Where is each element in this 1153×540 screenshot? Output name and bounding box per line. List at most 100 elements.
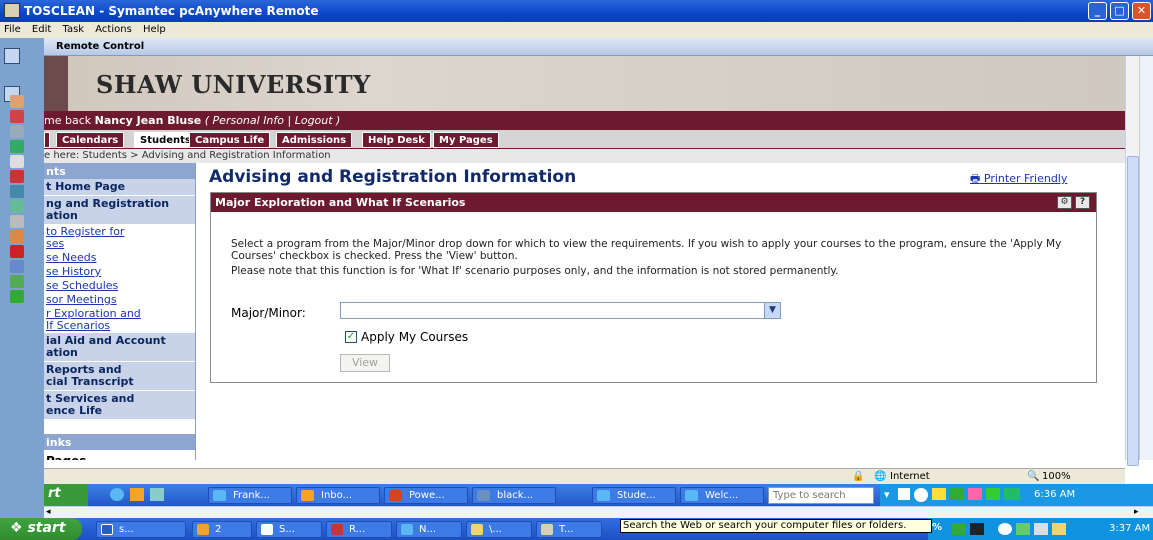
customize-icon[interactable]: ⚙ — [1057, 196, 1072, 209]
vertical-scrollbar[interactable] — [1125, 56, 1153, 466]
major-minor-select[interactable]: ▼ — [340, 302, 781, 319]
scroll-thumb[interactable] — [1127, 156, 1139, 466]
local-task-r[interactable]: R... — [326, 521, 392, 538]
window-title-bar[interactable]: TOSCLEAN - Symantec pcAnywhere Remote _ … — [0, 0, 1153, 22]
tool-view-icon[interactable] — [10, 185, 24, 198]
tray-app-icon[interactable] — [1052, 523, 1066, 535]
apply-my-courses-checkbox[interactable]: ✓ — [345, 331, 357, 343]
ie-quicklaunch-icon[interactable] — [110, 488, 124, 501]
scroll-right-icon[interactable]: ▸ — [1134, 507, 1139, 517]
menu-help[interactable]: Help — [139, 22, 170, 35]
tray-desktop-icon[interactable] — [898, 488, 910, 500]
tool-settings-icon[interactable] — [10, 260, 24, 273]
task-students[interactable]: Stude... — [592, 487, 676, 504]
tool-group-icon[interactable] — [10, 290, 24, 303]
horizontal-scrollbar[interactable]: ◂ ▸ — [44, 506, 1153, 518]
tool-record-icon[interactable] — [10, 245, 24, 258]
chevron-down-icon[interactable]: ▼ — [764, 303, 780, 318]
tab-my-pages[interactable]: My Pages — [433, 132, 499, 148]
remote-start-button[interactable]: rt — [44, 484, 88, 506]
local-task-group-2[interactable]: 2 — [192, 521, 252, 538]
taskbar-search-input[interactable]: Type to search — [768, 487, 874, 504]
local-task-n[interactable]: N... — [396, 521, 462, 538]
personal-info-logout-links[interactable]: ( Personal Info | Logout ) — [205, 114, 341, 127]
word-icon — [101, 524, 113, 535]
sidebar-links-header: inks — [44, 434, 195, 450]
sidebar-item-student-services[interactable]: t Services and ence Life — [44, 391, 195, 420]
start-button[interactable]: ❖ start — [0, 518, 82, 540]
sidebar: nts t Home Page ng and Registration atio… — [44, 163, 196, 460]
tray-mail-icon[interactable] — [932, 488, 946, 500]
task-inbox[interactable]: Inbo... — [296, 487, 380, 504]
sidebar-pages[interactable]: Pages — [44, 450, 195, 460]
university-name: SHAW UNIVERSITY — [96, 70, 371, 99]
local-task-s[interactable]: S... — [256, 521, 322, 538]
tray-status-icon[interactable] — [950, 488, 964, 500]
tool-screen-icon[interactable] — [10, 155, 24, 168]
tab-calendars[interactable]: Calendars — [56, 132, 125, 148]
menu-task[interactable]: Task — [58, 22, 88, 35]
tray-v2-icon[interactable] — [1004, 488, 1020, 500]
tool-clipboard-icon[interactable] — [10, 230, 24, 243]
tray-volume-icon[interactable] — [1016, 523, 1030, 535]
tool-window-icon[interactable] — [10, 200, 24, 213]
tray-app-icon[interactable] — [968, 488, 982, 500]
sidebar-item-advising[interactable]: ng and Registration ation — [44, 196, 195, 225]
printer-friendly-link[interactable]: 🖶 Printer Friendly — [970, 170, 1067, 189]
menu-edit[interactable]: Edit — [28, 22, 55, 35]
tray-arrow-icon[interactable]: ▾ — [884, 488, 890, 501]
desktop-quicklaunch-icon[interactable] — [150, 488, 164, 501]
tool-chat-icon[interactable] — [10, 95, 24, 108]
tool-end-session-icon[interactable] — [10, 170, 24, 183]
menu-actions[interactable]: Actions — [91, 22, 136, 35]
minimize-button[interactable]: _ — [1088, 2, 1107, 20]
local-task-word[interactable]: s... — [96, 521, 186, 538]
task-frank[interactable]: Frank... — [208, 487, 292, 504]
tray-wireless-icon[interactable] — [1034, 523, 1048, 535]
sidebar-link-major-exploration[interactable]: r Exploration and If Scenarios — [44, 307, 195, 333]
remote-browser-content: SHAW UNIVERSITY me back Nancy Jean Bluse… — [44, 56, 1125, 460]
help-icon[interactable]: ? — [1075, 196, 1090, 209]
local-task-folder[interactable]: \... — [466, 521, 532, 538]
sidebar-item-reports[interactable]: Reports and cial Transcript — [44, 362, 195, 391]
scroll-left-icon[interactable]: ◂ — [46, 507, 51, 517]
zoom-level[interactable]: 100% — [1042, 471, 1071, 482]
tool-print-icon[interactable] — [10, 215, 24, 228]
sidebar-link-advisor-meetings[interactable]: sor Meetings — [44, 293, 195, 307]
outlook-quicklaunch-icon[interactable] — [130, 488, 144, 501]
tray-battery-icon[interactable] — [970, 523, 984, 535]
tab-admissions[interactable]: Admissions — [276, 132, 353, 148]
task-black[interactable]: black... — [472, 487, 556, 504]
expand-panel-icon[interactable] — [4, 48, 20, 64]
tab-help-desk[interactable]: Help Desk — [362, 132, 431, 148]
tab-students[interactable]: Students — [134, 132, 197, 148]
maximize-button[interactable]: □ — [1110, 2, 1129, 20]
close-button[interactable]: ✕ — [1132, 2, 1151, 20]
disclaimer-text: Please note that this function is for 'W… — [231, 265, 839, 277]
tray-network-icon[interactable] — [914, 488, 928, 502]
sidebar-item-home[interactable]: t Home Page — [44, 179, 195, 196]
view-button[interactable]: View — [340, 354, 390, 372]
tool-keys-icon[interactable] — [10, 275, 24, 288]
tool-remote-icon[interactable] — [10, 140, 24, 153]
main-nav-tabs: Calendars Students Campus Life Admission… — [44, 130, 1125, 149]
tray-security-icon[interactable] — [998, 523, 1012, 535]
sidebar-link-course-history[interactable]: se History — [44, 265, 195, 279]
tab-campus-life[interactable]: Campus Life — [189, 132, 271, 148]
local-task-t[interactable]: T... — [536, 521, 602, 538]
sidebar-link-course-needs[interactable]: se Needs — [44, 251, 195, 265]
zoom-icon: 🔍 — [1027, 471, 1040, 482]
task-welcome[interactable]: Welc... — [680, 487, 764, 504]
task-powerpoint[interactable]: Powe... — [384, 487, 468, 504]
tool-transfer-icon[interactable] — [10, 110, 24, 123]
tool-sessions-icon[interactable] — [10, 125, 24, 138]
tab-partial[interactable] — [44, 132, 50, 148]
sidebar-link-register[interactable]: to Register for ses — [44, 225, 195, 251]
sidebar-item-financial-aid[interactable]: ial Aid and Account ation — [44, 333, 195, 362]
local-taskbar: ❖ start s... 2 S... R... N... \... T... … — [0, 518, 1153, 540]
menu-file[interactable]: File — [0, 22, 25, 35]
ie-icon — [685, 490, 698, 501]
tray-volume-icon[interactable] — [986, 488, 1000, 500]
tray-network-icon[interactable] — [952, 523, 966, 535]
sidebar-link-course-schedules[interactable]: se Schedules — [44, 279, 195, 293]
